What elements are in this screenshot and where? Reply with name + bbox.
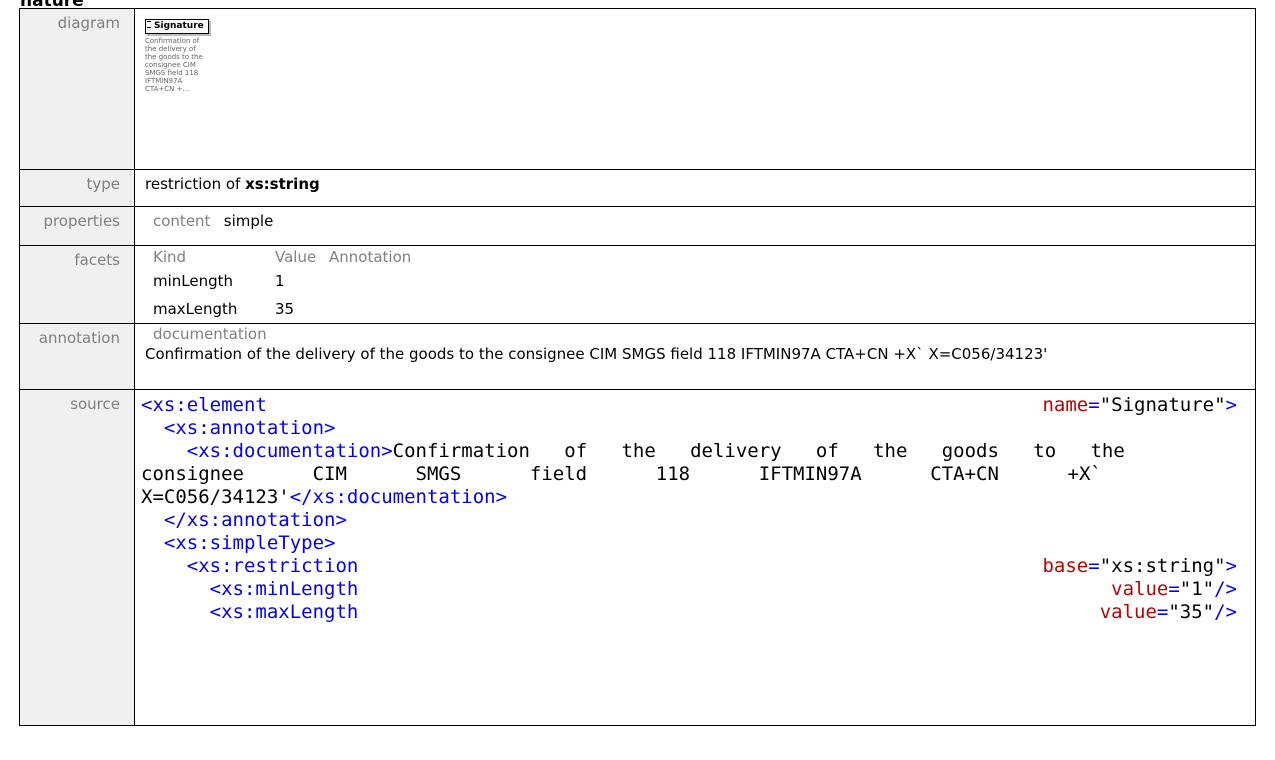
facets-header-annotation: Annotation — [329, 248, 412, 266]
facet-annotation — [329, 267, 423, 295]
type-cell: restriction of xs:string — [134, 169, 1256, 207]
code-tag: <xs:annotation> — [163, 417, 336, 439]
row-source: source <xs:element name="Signature"> <xs:… — [19, 389, 1256, 726]
row-facets: facets Kind Value Annotation minLength 1… — [19, 245, 1256, 324]
annotation-subheading: documentation — [153, 325, 267, 343]
code-attr: value — [1111, 578, 1169, 600]
annotation-text: Confirmation of the delivery of the good… — [145, 345, 1048, 363]
diagram-element-title: Signature — [154, 21, 204, 31]
facet-row: maxLength 35 — [153, 295, 423, 323]
facet-annotation — [329, 295, 423, 323]
label-annotation: annotation — [19, 323, 135, 390]
code-tag: <xs:simpleType> — [163, 532, 336, 554]
code-tag: <xs:element — [141, 394, 267, 416]
code-text: X=C056/34123' — [141, 486, 290, 508]
facet-kind: minLength — [153, 271, 234, 290]
source-code: <xs:element name="Signature"> <xs:annotat… — [141, 394, 1237, 623]
code-tag: <xs:documentation> — [186, 440, 393, 462]
type-prefix: restriction of — [145, 175, 246, 193]
annotation-cell: documentation Confirmation of the delive… — [134, 323, 1256, 390]
label-facets: facets — [19, 245, 135, 324]
facet-value: 1 — [275, 271, 285, 290]
properties-cell: content simple — [134, 206, 1256, 246]
row-diagram: diagram Signature Confirmation of the de… — [19, 8, 1256, 170]
code-tag: <xs:maxLength — [209, 601, 359, 623]
label-source: source — [19, 389, 135, 726]
element-glyph-icon — [147, 21, 151, 28]
diagram-element-box[interactable]: Signature — [145, 19, 209, 34]
row-properties: properties content simple — [19, 206, 1256, 246]
facets-header-value: Value — [275, 248, 317, 266]
source-cell: <xs:element name="Signature"> <xs:annotat… — [134, 389, 1256, 726]
diagram-cell: Signature Confirmation of the delivery o… — [134, 8, 1256, 170]
row-annotation: annotation documentation Confirmation of… — [19, 323, 1256, 390]
code-tag: </xs:documentation> — [289, 486, 508, 508]
facet-value: 35 — [275, 299, 295, 318]
type-base-link[interactable]: xs:string — [245, 175, 320, 193]
code-text: consignee CIM SMGS field 118 IFTMIN97A C… — [141, 463, 1102, 485]
label-diagram: diagram — [19, 8, 135, 170]
element-properties-table: diagram Signature Confirmation of the de… — [19, 8, 1256, 726]
facets-header-row: Kind Value Annotation — [153, 248, 423, 267]
facets-header-kind: Kind — [153, 248, 187, 266]
code-value: "1" — [1179, 578, 1215, 600]
code-value: "Signature" — [1099, 394, 1226, 416]
code-tag: <xs:minLength — [209, 578, 359, 600]
code-attr: name — [1042, 394, 1089, 416]
code-attr: base — [1042, 555, 1089, 577]
diagram-caption: Confirmation of the delivery of the good… — [145, 37, 203, 93]
facet-row: minLength 1 — [153, 267, 423, 295]
row-type: type restriction of xs:string — [19, 169, 1256, 207]
facets-cell: Kind Value Annotation minLength 1 maxLen… — [134, 245, 1256, 324]
facets-table: Kind Value Annotation minLength 1 maxLen… — [153, 248, 423, 323]
code-value: "35" — [1168, 601, 1215, 623]
properties-value: simple — [223, 212, 274, 230]
properties-key: content — [153, 212, 211, 230]
code-attr: value — [1099, 601, 1157, 623]
label-properties: properties — [19, 206, 135, 246]
code-tag: <xs:restriction — [186, 555, 359, 577]
code-text: Confirmation of the delivery of the good… — [392, 440, 1125, 462]
code-value: "xs:string" — [1099, 555, 1226, 577]
facet-kind: maxLength — [153, 299, 238, 318]
label-type: type — [19, 169, 135, 207]
code-tag: </xs:annotation> — [163, 509, 347, 531]
